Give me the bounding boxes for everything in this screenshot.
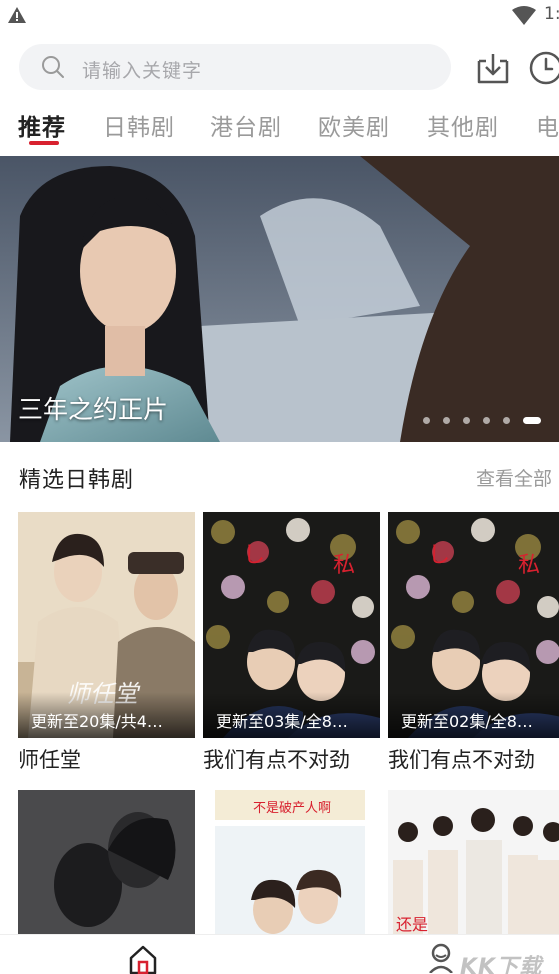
carousel-dot[interactable] — [503, 417, 510, 424]
tab-jp-kr[interactable]: 日韩剧 — [103, 108, 175, 142]
banner-carousel[interactable]: 三年之约正片 — [0, 156, 559, 442]
watermark-logo: KK下载 — [460, 955, 543, 974]
category-tabs: 推荐 日韩剧 港台剧 欧美剧 其他剧 电 — [0, 102, 559, 150]
drama-card[interactable]: 不是破产人啊 — [203, 790, 380, 940]
history-button[interactable] — [528, 50, 559, 86]
nav-home[interactable] — [127, 943, 159, 974]
svg-text:し: し — [243, 543, 265, 568]
active-tab-indicator — [29, 141, 59, 145]
tab-recommend[interactable]: 推荐 — [18, 108, 66, 142]
svg-text:私: 私 — [518, 553, 540, 578]
carousel-dot[interactable] — [443, 417, 450, 424]
tab-hk-tw[interactable]: 港台剧 — [210, 108, 282, 142]
poster-logo-text: 还是 — [396, 915, 428, 934]
download-icon — [477, 54, 509, 84]
carousel-indicator — [423, 417, 545, 425]
warning-icon — [7, 6, 27, 28]
episode-status: 更新至20集/共4… — [31, 712, 163, 731]
poster-logo-text: 不是破产人啊 — [253, 801, 331, 816]
drama-card[interactable]: 私 し 更新至03集/全8… 我们有点不对劲 — [203, 512, 380, 774]
drama-card[interactable]: 还是 — [388, 790, 559, 940]
poster-image: 私 し 更新至02集/全8… — [388, 512, 559, 738]
poster-image: 私 し 更新至03集/全8… — [203, 512, 380, 738]
banner-caption: 三年之约正片 — [18, 395, 169, 424]
tab-movie[interactable]: 电 — [536, 108, 559, 142]
section-header: 精选日韩剧 查看全部 — [0, 458, 559, 498]
wifi-icon — [512, 6, 536, 30]
poster-image — [18, 790, 195, 940]
carousel-dot[interactable] — [463, 417, 470, 424]
poster-image: 不是破产人啊 — [203, 790, 380, 940]
drama-card[interactable] — [18, 790, 195, 940]
user-icon — [429, 943, 453, 974]
drama-title: 师任堂 — [18, 748, 81, 772]
svg-text:私: 私 — [333, 553, 355, 578]
search-input[interactable]: 请输入关键字 — [19, 44, 451, 90]
poster-image: 还是 — [388, 790, 559, 940]
svg-text:し: し — [428, 543, 450, 568]
view-all-link[interactable]: 查看全部 — [476, 464, 552, 491]
drama-card[interactable]: 私 し 更新至02集/全8… 我们有点不对劲 — [388, 512, 559, 774]
download-button[interactable] — [473, 48, 513, 88]
section-title: 精选日韩剧 — [19, 468, 135, 493]
nav-profile[interactable] — [425, 941, 457, 974]
clock-icon — [529, 51, 559, 85]
carousel-dot[interactable] — [483, 417, 490, 424]
episode-status: 更新至03集/全8… — [216, 712, 348, 731]
tab-western[interactable]: 欧美剧 — [318, 108, 390, 142]
drama-title: 我们有点不对劲 — [388, 748, 535, 772]
search-icon — [41, 55, 65, 83]
search-row: 请输入关键字 — [0, 40, 559, 96]
search-placeholder: 请输入关键字 — [82, 60, 203, 82]
carousel-dot[interactable] — [423, 417, 430, 424]
drama-title: 我们有点不对劲 — [203, 748, 350, 772]
episode-status: 更新至02集/全8… — [401, 712, 533, 731]
carousel-dot-active[interactable] — [523, 417, 541, 424]
poster-image: 师任堂 更新至20集/共4… — [18, 512, 195, 738]
status-time: 1: — [544, 4, 559, 24]
drama-card[interactable]: 师任堂 更新至20集/共4… 师任堂 — [18, 512, 195, 774]
status-bar: 1: — [0, 0, 559, 32]
bottom-nav: KK下载 — [0, 934, 559, 974]
tab-other[interactable]: 其他剧 — [427, 108, 499, 142]
home-icon — [129, 945, 157, 974]
